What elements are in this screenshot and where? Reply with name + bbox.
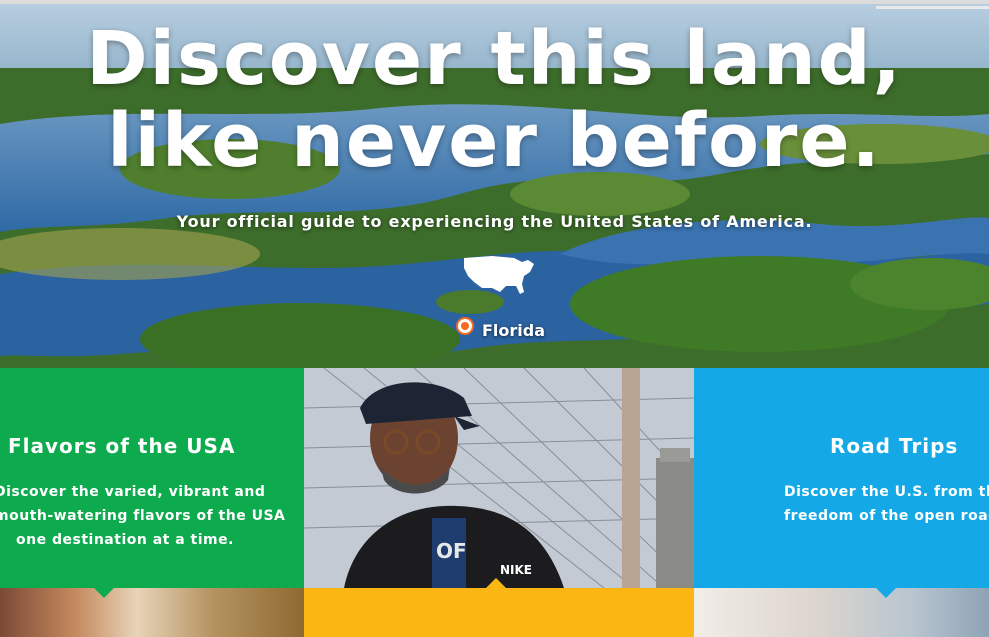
- hero-banner: Discover this land, like never before. Y…: [0, 4, 989, 368]
- hero-title-line1: Discover this land,: [86, 16, 903, 102]
- tile-flavors-of-usa[interactable]: Flavors of the USA Discover the varied, …: [0, 368, 304, 588]
- tile-flavors-line2: mouth-watering flavors of the USA: [0, 508, 286, 524]
- tile-road-trips-description: Discover the U.S. from the freedom of th…: [784, 480, 989, 528]
- tile-road-trips[interactable]: Road Trips Discover the U.S. from the fr…: [694, 368, 989, 588]
- location-pin-icon[interactable]: [458, 319, 472, 333]
- bottom-food-photo[interactable]: [0, 588, 304, 637]
- bottom-car-photo[interactable]: [694, 588, 989, 637]
- tile-road-trips-pointer: [876, 588, 896, 598]
- hero-subtitle: Your official guide to experiencing the …: [176, 212, 813, 231]
- tile-flavors-pointer: [94, 588, 114, 598]
- tile-flavors-heading: Flavors of the USA: [8, 434, 236, 458]
- tile-road-trips-line2: freedom of the open road.: [784, 508, 989, 524]
- location-label[interactable]: Florida: [482, 321, 545, 340]
- tile-road-trips-heading: Road Trips: [830, 434, 959, 458]
- bottom-yellow-tile[interactable]: [304, 588, 694, 637]
- tile-photo-person[interactable]: OF NIKE: [304, 368, 694, 588]
- tile-flavors-description: Discover the varied, vibrant and mouth-w…: [0, 480, 286, 552]
- browser-top-border: [0, 0, 989, 4]
- usa-map-icon[interactable]: [462, 252, 536, 298]
- hero-title-line2: like never before.: [107, 98, 882, 184]
- jacket-brand: NIKE: [500, 563, 532, 577]
- jacket-text: OF: [436, 539, 467, 563]
- tile-flavors-line1: Discover the varied, vibrant and: [0, 484, 266, 500]
- scroll-indicator: [876, 6, 989, 9]
- tile-road-trips-line1: Discover the U.S. from the: [784, 484, 989, 500]
- person-bridge-photo: OF NIKE: [304, 368, 694, 588]
- tile-flavors-line3: one destination at a time.: [16, 532, 234, 548]
- tile-yellow-pointer: [486, 578, 506, 588]
